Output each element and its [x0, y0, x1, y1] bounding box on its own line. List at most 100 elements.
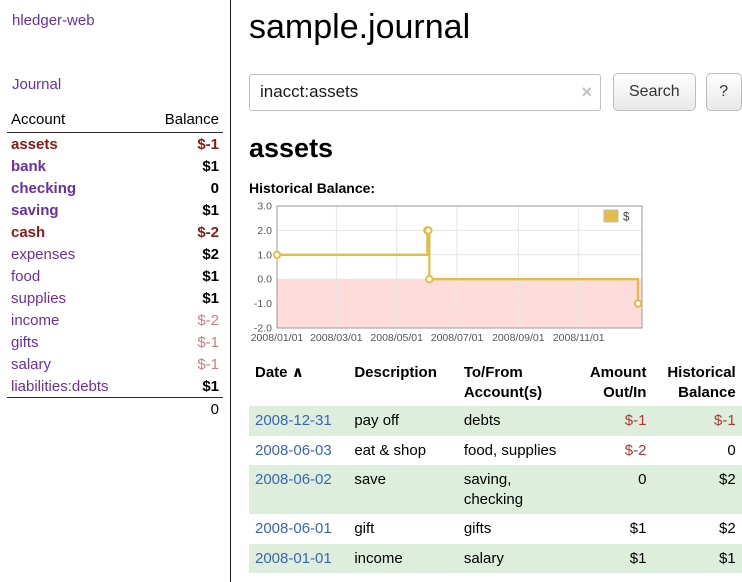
register-header-accounts: To/From Account(s): [458, 361, 578, 406]
account-link[interactable]: supplies: [11, 290, 66, 307]
chart-title: Historical Balance:: [249, 180, 742, 196]
hledger-web-app: hledger-web Journal Account Balance asse…: [0, 0, 742, 582]
amount-cell: $1: [577, 514, 652, 544]
register-table: Date ∧ Description To/From Account(s) Am…: [249, 361, 742, 573]
accounts-header-line2: Account(s): [464, 383, 572, 403]
description-cell: income: [348, 544, 457, 574]
account-link[interactable]: liabilities:debts: [11, 378, 109, 395]
account-balance: $-1: [143, 353, 223, 375]
sort-ascending-icon: ∧: [292, 364, 304, 381]
account-row: income$-2: [7, 309, 223, 331]
balance-cell: $2: [652, 514, 741, 544]
brand: hledger-web: [0, 10, 230, 29]
description-cell: gift: [348, 514, 457, 544]
amount-header-line1: Amount: [583, 363, 646, 383]
sidebar: hledger-web Journal Account Balance asse…: [0, 0, 231, 582]
transaction-date-link[interactable]: 2008-01-01: [255, 550, 332, 567]
search-input[interactable]: [249, 74, 601, 111]
accounts-header-row: Account Balance: [7, 109, 223, 133]
date-cell: 2008-06-02: [249, 465, 348, 514]
amount-cell: $-2: [577, 436, 652, 466]
svg-text:-1.0: -1.0: [254, 298, 272, 310]
account-link[interactable]: checking: [11, 180, 76, 197]
register-row: 2008-06-03eat & shopfood, supplies$-20: [249, 436, 742, 466]
balance-cell: $-1: [652, 406, 741, 436]
svg-text:2008/11/01: 2008/11/01: [553, 332, 605, 344]
accounts-cell: food, supplies: [458, 436, 578, 466]
accounts-cell: salary: [458, 544, 578, 574]
account-heading: assets: [249, 133, 742, 164]
account-link[interactable]: cash: [11, 224, 45, 241]
account-name-cell: food: [7, 265, 143, 287]
account-row: supplies$1: [7, 287, 223, 309]
date-header-label: Date: [255, 364, 288, 381]
accounts-header-line1: To/From: [464, 363, 572, 383]
account-row: saving$1: [7, 199, 223, 221]
journal-link[interactable]: Journal: [12, 76, 61, 93]
help-button[interactable]: ?: [706, 73, 742, 111]
transaction-date-link[interactable]: 2008-06-01: [255, 520, 332, 537]
account-row: cash $-2: [7, 221, 223, 243]
account-link[interactable]: bank: [11, 158, 46, 175]
account-link[interactable]: income: [11, 312, 59, 329]
transaction-date-link[interactable]: 2008-12-31: [255, 412, 332, 429]
account-row: salary $-1: [7, 353, 223, 375]
svg-text:1.0: 1.0: [257, 249, 272, 261]
accounts-header-account: Account: [7, 109, 143, 133]
accounts-table-body: assets$-1bank$1checking0saving$1cash$-2e…: [7, 133, 223, 398]
accounts-total-value: 0: [143, 398, 223, 421]
account-balance: $1: [143, 265, 223, 287]
accounts-total-spacer: [7, 398, 143, 421]
description-cell: eat & shop: [348, 436, 457, 466]
account-row: expenses$2: [7, 243, 223, 265]
legend-label: $: [623, 212, 630, 224]
transaction-date-link[interactable]: 2008-06-03: [255, 442, 332, 459]
account-link[interactable]: food: [11, 268, 40, 285]
date-cell: 2008-06-03: [249, 436, 348, 466]
register-header-row: Date ∧ Description To/From Account(s) Am…: [249, 361, 742, 406]
account-row: liabilities:debts $1: [7, 375, 223, 398]
account-name-cell: expenses: [7, 243, 143, 265]
svg-text:2008/07/01: 2008/07/01: [431, 332, 484, 344]
account-link[interactable]: expenses: [11, 246, 75, 263]
account-row: bank$1: [7, 155, 223, 177]
app-title-link[interactable]: hledger-web: [12, 12, 95, 29]
account-balance: $1: [143, 375, 223, 398]
account-name-cell: gifts: [7, 331, 143, 353]
account-balance: $-1: [143, 331, 223, 353]
account-balance: 0: [143, 177, 223, 199]
balance-header-line1: Historical: [658, 363, 735, 383]
account-name-cell: saving: [7, 199, 143, 221]
account-name-cell: bank: [7, 155, 143, 177]
account-link[interactable]: saving: [11, 202, 59, 219]
search-box: ×: [249, 74, 601, 111]
chart-svg: 3.02.01.00.0-1.0-2.02008/01/012008/03/01…: [249, 200, 645, 350]
search-button[interactable]: Search: [613, 73, 696, 111]
amount-cell: $1: [577, 544, 652, 574]
account-name-cell: cash: [7, 221, 143, 243]
main-content: sample.journal × Search ? assets Histori…: [231, 0, 742, 582]
account-balance: $-1: [143, 133, 223, 156]
svg-text:2008/03/01: 2008/03/01: [310, 332, 363, 344]
accounts-table: Account Balance assets$-1bank$1checking0…: [7, 109, 223, 420]
register-header-date[interactable]: Date ∧: [249, 361, 348, 406]
register-header-description: Description: [348, 361, 457, 406]
register-row: 2008-06-01giftgifts$1$2: [249, 514, 742, 544]
register-table-body: 2008-12-31pay offdebts$-1$-12008-06-03ea…: [249, 406, 742, 573]
balance-cell: $2: [652, 465, 741, 514]
date-cell: 2008-06-01: [249, 514, 348, 544]
account-link[interactable]: assets: [11, 136, 58, 153]
amount-header-line2: Out/In: [583, 383, 646, 403]
account-balance: $-2: [143, 221, 223, 243]
balance-cell: $1: [652, 544, 741, 574]
account-link[interactable]: salary: [11, 356, 51, 373]
transaction-date-link[interactable]: 2008-06-02: [255, 471, 332, 488]
svg-text:2008/05/01: 2008/05/01: [370, 332, 423, 344]
date-cell: 2008-12-31: [249, 406, 348, 436]
svg-text:2.0: 2.0: [257, 225, 272, 237]
svg-text:3.0: 3.0: [257, 201, 272, 213]
clear-search-icon[interactable]: ×: [581, 82, 592, 102]
description-cell: pay off: [348, 406, 457, 436]
account-link[interactable]: gifts: [11, 334, 39, 351]
register-row: 2008-06-02savesaving, checking0$2: [249, 465, 742, 514]
